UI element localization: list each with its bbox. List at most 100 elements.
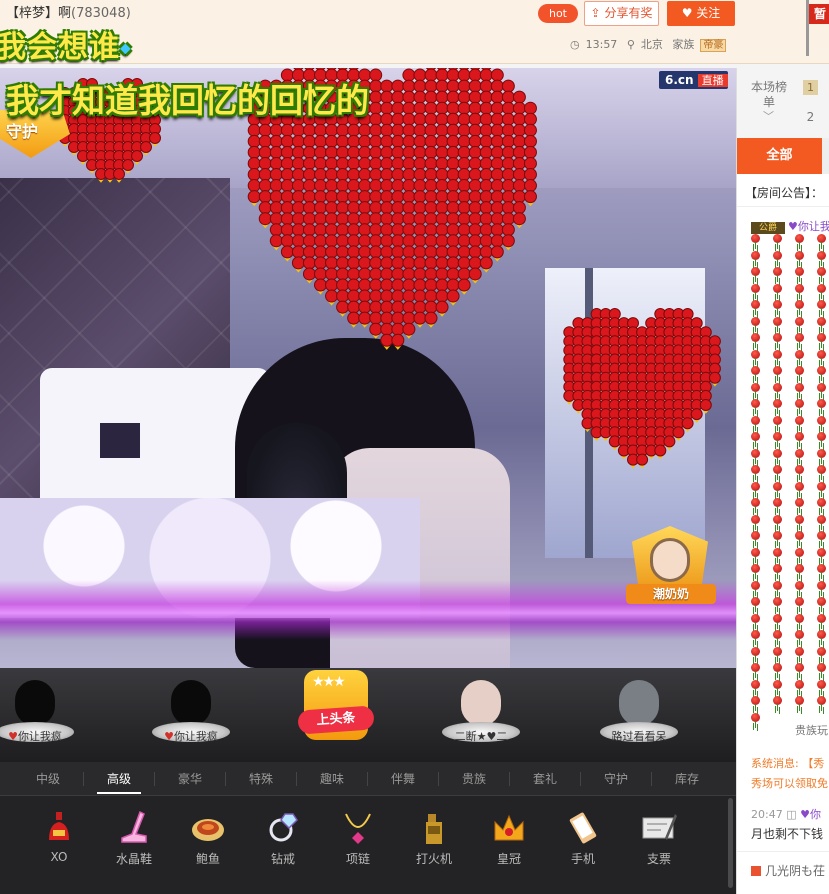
gift-name: 项链 [345, 852, 370, 866]
rose-icon [291, 256, 305, 273]
rose-icon [771, 679, 784, 696]
gift-name: 钻戒 [270, 852, 295, 866]
rose-icon [749, 547, 762, 564]
corner-flag[interactable]: 暂 [803, 0, 829, 56]
follow-button[interactable]: ♥ 关注 [667, 1, 735, 26]
user-slot[interactable]: ♥你让我疯 [0, 676, 80, 754]
rose-icon [749, 465, 762, 481]
tab-gift-category[interactable]: 库存 [657, 762, 717, 796]
room-header: 【梓梦】啊(783048) 我会想谁◆ hot ⇪ 分享有奖 ♥ 关注 ◷ 13:… [0, 0, 829, 65]
rank-toggle[interactable]: 本场榜单 [751, 80, 787, 110]
rose-icon [749, 679, 762, 696]
rose-icon [749, 267, 762, 283]
rose-icon [815, 399, 828, 415]
marquee-label: 我会想谁 [0, 30, 120, 65]
rose-icon [815, 432, 828, 448]
room-id: (783048) [71, 6, 131, 21]
tab-gift-category[interactable]: 贵族 [444, 762, 504, 796]
gift-item[interactable]: 打火机 [397, 810, 471, 880]
rose-icon [380, 333, 394, 350]
tab-chat-all[interactable]: 全部 [737, 138, 822, 174]
rose-icon [815, 316, 828, 333]
system-message[interactable]: 秀场可以领取免 [751, 775, 828, 791]
chat-user[interactable]: ♥你让我 [788, 220, 829, 233]
gift-item[interactable]: 钻戒 [246, 810, 320, 880]
rose-icon [793, 366, 806, 382]
rose-icon [749, 630, 762, 646]
rose-icon [749, 382, 762, 399]
rose-icon [749, 316, 762, 333]
rose-icon [815, 580, 828, 597]
user-tag-label: 你让我疯 [173, 730, 218, 743]
rose-icon [771, 663, 784, 679]
rose-icon [815, 415, 828, 432]
user-slot[interactable]: 路过看看呆 [594, 676, 684, 754]
family-label[interactable]: 家族 [672, 38, 694, 51]
rose-icon [771, 300, 784, 316]
gift-item[interactable]: 皇冠 [472, 810, 546, 880]
chat-message: 几光阴も茌 [751, 862, 825, 879]
gift-scrollbar[interactable] [728, 798, 733, 888]
logo-text: 6.cn [665, 73, 694, 87]
user-avatar [619, 680, 659, 726]
rose-icon [815, 630, 828, 646]
fan-badge[interactable]: 潮奶奶 [626, 526, 716, 610]
tab-gift-category[interactable]: 高级 [89, 762, 149, 796]
share-icon: ⇪ [590, 6, 601, 20]
tab-gift-category[interactable]: 中级 [18, 762, 78, 796]
gift-name: 水晶鞋 [115, 852, 152, 866]
rose-icon [749, 250, 762, 267]
clock-icon: ◷ [570, 38, 580, 51]
user-slot[interactable]: ♥你让我疯 [146, 676, 236, 754]
rose-icon [749, 564, 762, 580]
user-avatar [171, 680, 211, 726]
tab-gift-category[interactable]: 守护 [586, 762, 646, 796]
user-slot[interactable]: 二断★♥二 [436, 676, 526, 754]
gift-item[interactable]: XO [22, 810, 96, 880]
rose-icon [793, 300, 806, 316]
crown-icon [491, 810, 527, 846]
site-logo: 6.cn 直播 [659, 71, 728, 89]
user-tag-label: 你让我疯 [17, 730, 62, 743]
rose-icon [749, 300, 762, 316]
rose-icon [749, 349, 762, 366]
rose-icon [325, 289, 339, 306]
rose-icon [815, 250, 828, 267]
heart-icon: ♥ [8, 730, 18, 743]
rose-icon [358, 311, 372, 328]
share-button[interactable]: ⇪ 分享有奖 [584, 1, 659, 26]
tab-gift-category[interactable]: 趣味 [302, 762, 362, 796]
tab-divider [438, 772, 439, 786]
tab-chat-next[interactable] [822, 138, 829, 174]
tab-gift-category[interactable]: 套礼 [515, 762, 575, 796]
gift-item[interactable]: 手机 [546, 810, 620, 880]
rose-icon [749, 531, 762, 547]
hot-badge[interactable]: hot [538, 4, 578, 23]
video-caption: 我才知道我回忆的回忆的 [6, 81, 369, 120]
user-tag: 路过看看呆 [594, 728, 684, 744]
rose-icon [512, 212, 526, 229]
chat-user[interactable]: ♥你 [800, 808, 821, 821]
live-video[interactable]: 守护 我才知道我回忆的回忆的 6.cn 直播 潮奶奶 [0, 68, 736, 668]
gift-item[interactable]: 项链 [321, 810, 395, 880]
rose-icon [771, 382, 784, 399]
gift-item[interactable]: 鲍鱼 [171, 810, 245, 880]
rose-icon [793, 250, 806, 267]
rose-icon [815, 514, 828, 531]
chevron-down-icon[interactable]: ﹀ [763, 108, 774, 124]
rose-icon [793, 415, 806, 432]
gift-item[interactable]: 水晶鞋 [97, 810, 171, 880]
tab-gift-category[interactable]: 伴舞 [373, 762, 433, 796]
user-tag: 二断★♥二 [436, 728, 526, 744]
gift-name: 鲍鱼 [195, 852, 220, 866]
rose-icon [749, 663, 762, 679]
tab-divider [296, 772, 297, 786]
rose-icon [771, 283, 784, 300]
room-announcement: 【房间公告】： [745, 186, 824, 200]
headline-button[interactable]: 上头条 [297, 670, 380, 756]
family-badge[interactable]: 帝豪 [700, 39, 727, 52]
tab-gift-category[interactable]: 特殊 [231, 762, 291, 796]
rose-icon [749, 646, 762, 663]
gift-item[interactable]: 支票 [622, 810, 696, 880]
tab-gift-category[interactable]: 豪华 [160, 762, 220, 796]
